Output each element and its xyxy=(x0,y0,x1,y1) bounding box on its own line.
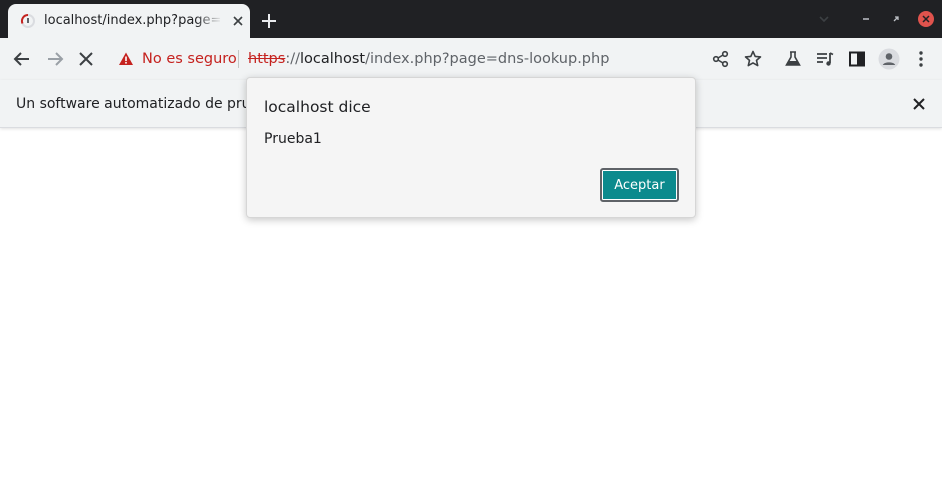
close-icon[interactable] xyxy=(230,13,246,29)
profile-avatar-icon[interactable] xyxy=(878,48,900,70)
dialog-message: Prueba1 xyxy=(264,131,322,147)
url-separator: :// xyxy=(285,51,300,67)
share-icon[interactable] xyxy=(710,48,732,70)
labs-flask-icon[interactable] xyxy=(782,48,804,70)
omnibox-separator xyxy=(238,50,239,68)
side-panel-icon[interactable] xyxy=(846,48,868,70)
dialog-title: localhost dice xyxy=(264,98,371,116)
media-queue-icon[interactable] xyxy=(814,48,836,70)
ok-button[interactable]: Aceptar xyxy=(600,168,679,202)
tab-search-icon[interactable] xyxy=(815,10,833,28)
browser-tab[interactable]: localhost/index.php?page=dns-lookup.php xyxy=(8,4,250,38)
warning-triangle-icon[interactable] xyxy=(118,51,134,67)
close-window-icon[interactable] xyxy=(917,10,935,28)
not-secure-label[interactable]: No es seguro xyxy=(142,49,237,69)
tab-title: localhost/index.php?page=dns-lookup.php xyxy=(44,13,222,28)
infobar-text: Un software automatizado de prueba está … xyxy=(16,96,266,112)
back-arrow-icon[interactable] xyxy=(11,48,33,70)
bookmark-star-icon[interactable] xyxy=(742,48,764,70)
alert-dialog: localhost dice Prueba1 Aceptar xyxy=(246,77,696,218)
url-path: /index.php?page=dns-lookup.php xyxy=(365,51,610,67)
browser-titlebar: localhost/index.php?page=dns-lookup.php xyxy=(0,0,942,38)
close-icon[interactable] xyxy=(910,95,928,113)
forward-arrow-icon[interactable] xyxy=(44,48,66,70)
plus-icon[interactable] xyxy=(258,10,280,32)
loading-spinner-icon xyxy=(20,13,36,29)
maximize-icon[interactable] xyxy=(887,10,905,28)
kebab-menu-icon[interactable] xyxy=(910,48,932,70)
url-scheme: https xyxy=(248,51,286,67)
stop-loading-icon[interactable] xyxy=(75,48,97,70)
minimize-icon[interactable] xyxy=(857,10,875,28)
address-bar-url[interactable]: https://localhost/index.php?page=dns-loo… xyxy=(248,49,609,69)
url-host: localhost xyxy=(299,51,366,67)
